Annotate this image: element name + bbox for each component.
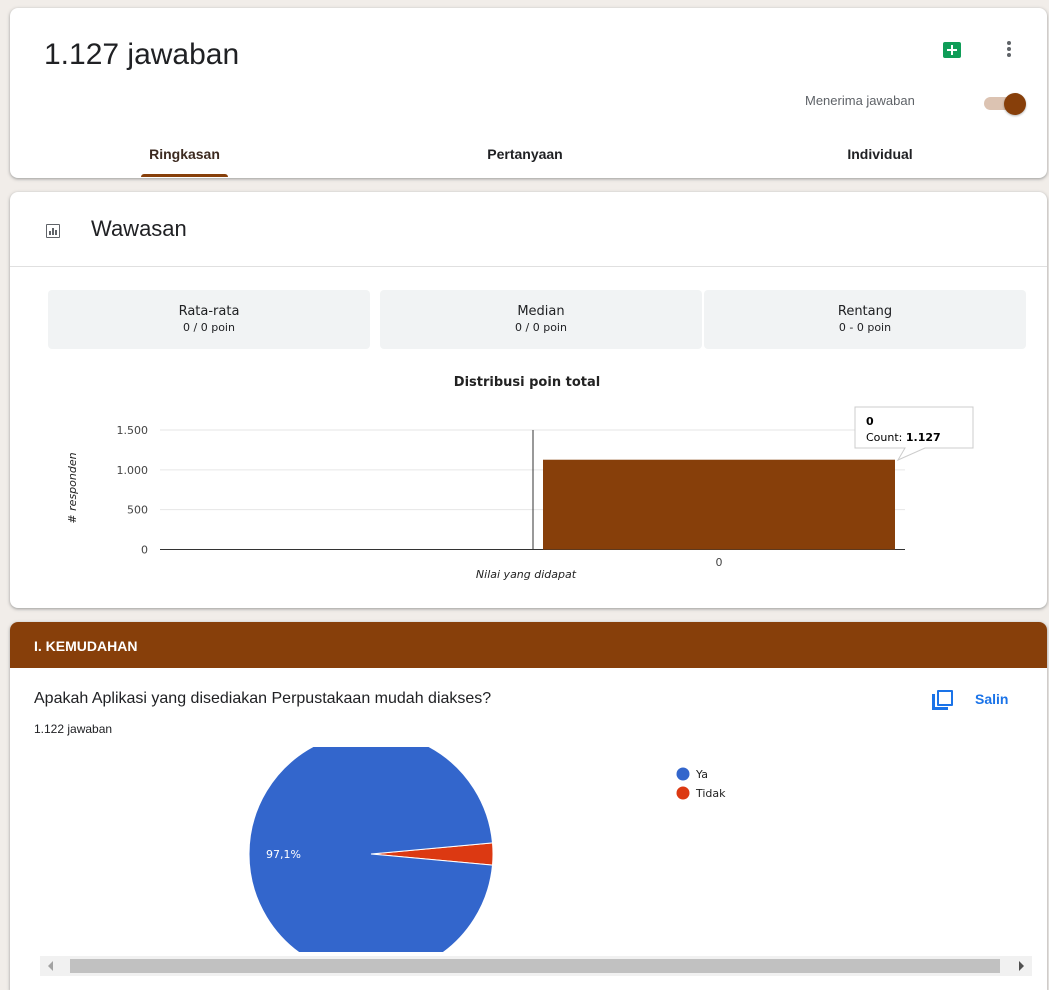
chart-x-axis-label: Nilai yang didapat — [476, 568, 577, 581]
google-sheets-icon[interactable] — [943, 42, 961, 58]
tooltip-count-label: Count: — [866, 431, 902, 444]
horizontal-scrollbar[interactable] — [40, 956, 1032, 976]
insights-card: Wawasan Rata-rata 0 / 0 poin Median 0 / … — [10, 192, 1047, 608]
stat-label: Median — [517, 304, 565, 319]
legend-label: Tidak — [695, 787, 726, 800]
answer-count: 1.122 jawaban — [34, 722, 113, 736]
tooltip-count: Count: 1.127 — [866, 431, 941, 444]
answers-pie-chart: 97,1% Ya Tidak — [248, 747, 726, 952]
active-tab-indicator — [141, 174, 228, 177]
divider — [10, 266, 1047, 267]
pie-slices: 97,1% — [248, 747, 494, 952]
copy-icon — [932, 690, 954, 710]
section-title: I. KEMUDAHAN — [34, 638, 138, 654]
scrollbar-thumb[interactable] — [70, 959, 1000, 973]
tab-ringkasan[interactable]: Ringkasan — [141, 146, 228, 162]
toggle-thumb — [1004, 93, 1026, 115]
chart-y-axis-label: # responden — [66, 452, 79, 523]
insights-title: Wawasan — [91, 216, 187, 241]
question-title: Apakah Aplikasi yang disediakan Perpusta… — [34, 690, 492, 707]
x-tick-label: 0 — [716, 556, 723, 569]
points-distribution-chart: Distribusi poin total 0 500 1.000 1.500 # r… — [66, 375, 974, 581]
tooltip-count-value: 1.127 — [906, 431, 941, 444]
stat-value: 0 / 0 poin — [515, 321, 567, 334]
copy-label: Salin — [975, 691, 1009, 707]
bar[interactable] — [543, 459, 895, 550]
right-arrow-icon[interactable] — [1019, 961, 1024, 971]
chart-title: Distribusi poin total — [454, 375, 600, 390]
chart-y-ticks: 0 500 1.000 1.500 — [117, 424, 149, 557]
summary-header-card: 1.127 jawaban Menerima jawaban Ringkasan… — [10, 8, 1047, 178]
y-tick-label: 1.500 — [117, 424, 149, 437]
legend-label: Ya — [695, 768, 708, 781]
legend-marker — [676, 767, 690, 781]
chart-tooltip: 0 Count: 1.127 — [854, 406, 974, 462]
tab-individual[interactable]: Individual — [820, 146, 940, 162]
stat-median: Median 0 / 0 poin — [380, 290, 702, 349]
stat-label: Rentang — [837, 304, 893, 319]
insights-chart-icon — [46, 224, 60, 238]
stat-value: 0 / 0 poin — [183, 321, 235, 334]
accepting-responses-label: Menerima jawaban — [805, 93, 915, 108]
pie-legend: Ya Tidak — [676, 767, 726, 800]
left-arrow-icon[interactable] — [48, 961, 53, 971]
legend-marker — [676, 786, 690, 800]
tab-pertanyaan[interactable]: Pertanyaan — [465, 146, 585, 162]
response-count-title: 1.127 jawaban — [44, 38, 240, 71]
y-tick-label: 500 — [127, 504, 148, 517]
stat-label: Rata-rata — [178, 304, 240, 319]
stat-average: Rata-rata 0 / 0 poin — [48, 290, 370, 349]
stat-range: Rentang 0 - 0 poin — [704, 290, 1026, 349]
more-vert-icon[interactable] — [1001, 38, 1017, 60]
chart-bars: 0 — [543, 459, 895, 569]
accepting-responses-toggle[interactable] — [974, 92, 1026, 115]
pie-slice-label: 97,1% — [266, 848, 301, 861]
section-header: I. KEMUDAHAN — [10, 622, 1047, 668]
tooltip-category: 0 — [866, 415, 874, 428]
question-section-card: I. KEMUDAHAN Apakah Aplikasi yang disedi… — [10, 622, 1047, 990]
y-tick-label: 1.000 — [117, 464, 149, 477]
stat-value: 0 - 0 poin — [838, 321, 892, 334]
y-tick-label: 0 — [141, 544, 148, 557]
